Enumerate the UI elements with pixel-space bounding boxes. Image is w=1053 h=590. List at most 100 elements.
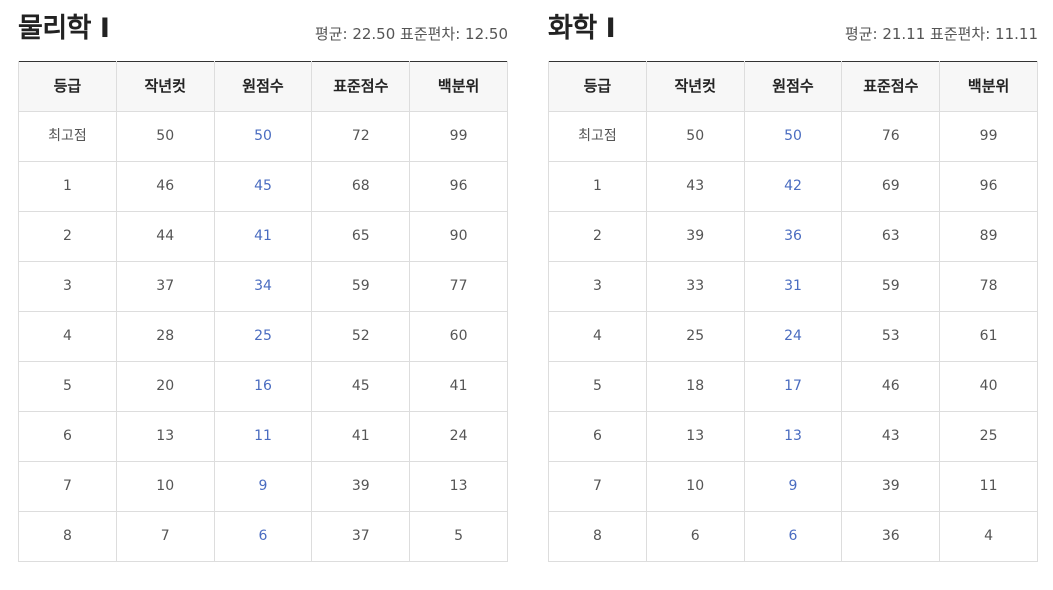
cell-last-year-cut: 20 — [115, 361, 215, 412]
cell-grade: 4 — [18, 311, 117, 362]
cell-grade: 최고점 — [548, 111, 647, 162]
cell-grade: 최고점 — [18, 111, 117, 162]
column-header-last-year-cut: 작년컷 — [645, 61, 745, 112]
cell-raw-score: 13 — [743, 411, 843, 462]
table-row: 2 44 41 65 90 — [18, 211, 508, 262]
cell-raw-score: 25 — [213, 311, 313, 362]
cell-grade: 8 — [548, 511, 647, 562]
cell-raw-score: 45 — [213, 161, 313, 212]
cell-raw-score: 11 — [213, 411, 313, 462]
cell-last-year-cut: 13 — [645, 411, 745, 462]
table-row: 최고점 50 50 72 99 — [18, 111, 508, 162]
cell-percentile: 96 — [939, 161, 1038, 212]
cell-last-year-cut: 50 — [645, 111, 745, 162]
cell-standard-score: 39 — [841, 461, 941, 512]
cell-last-year-cut: 13 — [115, 411, 215, 462]
table-row: 7 10 9 39 11 — [548, 461, 1038, 512]
cell-percentile: 25 — [939, 411, 1038, 462]
grade-table: 등급 작년컷 원점수 표준점수 백분위 최고점 50 50 76 99 1 43 42 69 96… — [548, 61, 1038, 562]
cell-last-year-cut: 50 — [115, 111, 215, 162]
cell-percentile: 99 — [409, 111, 508, 162]
cell-percentile: 4 — [939, 511, 1038, 562]
column-header-standard-score: 표준점수 — [841, 61, 941, 112]
table-header-row: 등급 작년컷 원점수 표준점수 백분위 — [548, 61, 1038, 112]
cell-raw-score: 24 — [743, 311, 843, 362]
cell-last-year-cut: 46 — [115, 161, 215, 212]
cell-percentile: 90 — [409, 211, 508, 262]
cell-last-year-cut: 10 — [115, 461, 215, 512]
cell-standard-score: 39 — [311, 461, 411, 512]
panel-title: 물리학 Ⅰ — [18, 13, 110, 44]
cell-raw-score: 41 — [213, 211, 313, 262]
cell-raw-score: 16 — [213, 361, 313, 412]
cell-grade: 6 — [548, 411, 647, 462]
cell-grade: 8 — [18, 511, 117, 562]
cell-standard-score: 63 — [841, 211, 941, 262]
cell-standard-score: 69 — [841, 161, 941, 212]
cell-percentile: 96 — [409, 161, 508, 212]
cell-last-year-cut: 10 — [645, 461, 745, 512]
cell-percentile: 13 — [409, 461, 508, 512]
column-header-raw-score: 원점수 — [213, 61, 313, 112]
cell-last-year-cut: 25 — [645, 311, 745, 362]
cell-percentile: 77 — [409, 261, 508, 312]
table-row: 2 39 36 63 89 — [548, 211, 1038, 262]
cell-grade: 7 — [18, 461, 117, 512]
column-header-last-year-cut: 작년컷 — [115, 61, 215, 112]
panel-stats: 평균: 22.50 표준편차: 12.50 — [314, 25, 508, 43]
table-row: 4 25 24 53 61 — [548, 311, 1038, 362]
table-row: 최고점 50 50 76 99 — [548, 111, 1038, 162]
table-header-row: 등급 작년컷 원점수 표준점수 백분위 — [18, 61, 508, 112]
column-header-raw-score: 원점수 — [743, 61, 843, 112]
physics-1-panel: 물리학 Ⅰ 평균: 22.50 표준편차: 12.50 등급 작년컷 원점수 표… — [18, 0, 508, 562]
cell-standard-score: 76 — [841, 111, 941, 162]
cell-grade: 3 — [548, 261, 647, 312]
cell-raw-score: 6 — [213, 511, 313, 562]
cell-grade: 1 — [18, 161, 117, 212]
cell-raw-score: 6 — [743, 511, 843, 562]
cell-last-year-cut: 7 — [115, 511, 215, 562]
panel-title: 화학 Ⅰ — [548, 13, 616, 44]
cell-grade: 5 — [548, 361, 647, 412]
cell-raw-score: 36 — [743, 211, 843, 262]
cell-percentile: 99 — [939, 111, 1038, 162]
table-row: 7 10 9 39 13 — [18, 461, 508, 512]
cell-grade: 5 — [18, 361, 117, 412]
cell-percentile: 40 — [939, 361, 1038, 412]
cell-last-year-cut: 44 — [115, 211, 215, 262]
cell-raw-score: 17 — [743, 361, 843, 412]
cell-grade: 2 — [18, 211, 117, 262]
cell-standard-score: 52 — [311, 311, 411, 362]
table-row: 6 13 11 41 24 — [18, 411, 508, 462]
cell-percentile: 61 — [939, 311, 1038, 362]
cell-standard-score: 53 — [841, 311, 941, 362]
cell-percentile: 11 — [939, 461, 1038, 512]
table-row: 3 33 31 59 78 — [548, 261, 1038, 312]
cell-raw-score: 50 — [213, 111, 313, 162]
cell-raw-score: 31 — [743, 261, 843, 312]
cell-raw-score: 34 — [213, 261, 313, 312]
cell-standard-score: 59 — [841, 261, 941, 312]
column-header-grade: 등급 — [548, 61, 647, 112]
column-header-standard-score: 표준점수 — [311, 61, 411, 112]
panel-stats: 평균: 21.11 표준편차: 11.11 — [844, 25, 1038, 43]
cell-raw-score: 9 — [743, 461, 843, 512]
cell-standard-score: 43 — [841, 411, 941, 462]
cell-standard-score: 72 — [311, 111, 411, 162]
column-header-percentile: 백분위 — [409, 61, 508, 112]
cell-grade: 2 — [548, 211, 647, 262]
panel-header: 화학 Ⅰ 평균: 21.11 표준편차: 11.11 — [548, 0, 1038, 61]
cell-grade: 6 — [18, 411, 117, 462]
cell-standard-score: 37 — [311, 511, 411, 562]
table-body: 최고점 50 50 72 99 1 46 45 68 96 2 44 41 65 90 3 37 34 59 77 4 2… — [18, 111, 508, 562]
cell-percentile: 60 — [409, 311, 508, 362]
cell-last-year-cut: 43 — [645, 161, 745, 212]
cell-percentile: 24 — [409, 411, 508, 462]
cell-last-year-cut: 18 — [645, 361, 745, 412]
cell-last-year-cut: 6 — [645, 511, 745, 562]
cell-raw-score: 42 — [743, 161, 843, 212]
cell-standard-score: 65 — [311, 211, 411, 262]
cell-last-year-cut: 37 — [115, 261, 215, 312]
table-row: 1 43 42 69 96 — [548, 161, 1038, 212]
chemistry-1-panel: 화학 Ⅰ 평균: 21.11 표준편차: 11.11 등급 작년컷 원점수 표준… — [548, 0, 1038, 562]
